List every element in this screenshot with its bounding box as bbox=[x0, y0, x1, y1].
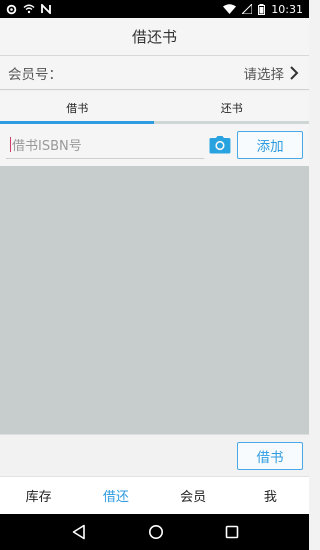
member-select-text[interactable]: 请选择 bbox=[244, 63, 285, 83]
system-nav-bar bbox=[0, 514, 309, 550]
text-caret bbox=[10, 137, 11, 152]
camera-icon[interactable] bbox=[208, 133, 232, 157]
member-label: 会员号： bbox=[8, 66, 62, 83]
n-notification-icon bbox=[41, 4, 51, 14]
nav-me[interactable]: 我 bbox=[232, 477, 309, 514]
nav-borrow-return[interactable]: 借还 bbox=[77, 477, 154, 514]
status-bar: 10:31 bbox=[0, 0, 309, 18]
page-title: 借还书 bbox=[131, 28, 177, 46]
home-icon[interactable] bbox=[148, 524, 164, 540]
borrow-return-tabs: 借书 还书 bbox=[0, 92, 309, 124]
tab-borrow[interactable]: 借书 bbox=[0, 92, 155, 124]
wifi-icon bbox=[223, 4, 237, 14]
status-time: 10:31 bbox=[271, 2, 303, 16]
settings-icon bbox=[6, 4, 17, 15]
borrow-button[interactable]: 借书 bbox=[237, 442, 303, 470]
wifi-icon bbox=[23, 4, 35, 14]
nav-inventory[interactable]: 库存 bbox=[0, 477, 77, 514]
isbn-placeholder: 借书ISBN号 bbox=[12, 139, 82, 154]
tab-return[interactable]: 还书 bbox=[155, 92, 310, 123]
chevron-right-icon bbox=[290, 65, 299, 80]
battery-icon bbox=[258, 3, 266, 15]
tab-borrow-label: 借书 bbox=[66, 101, 89, 115]
isbn-input[interactable]: 借书ISBN号 bbox=[6, 131, 205, 159]
signal-icon bbox=[242, 4, 253, 14]
nav-members[interactable]: 会员 bbox=[155, 477, 232, 514]
back-icon[interactable] bbox=[71, 524, 87, 540]
bottom-nav: 库存 借还 会员 我 bbox=[0, 476, 309, 514]
add-button[interactable]: 添加 bbox=[237, 131, 304, 159]
member-select-row[interactable]: 会员号： 请选择 bbox=[0, 56, 309, 90]
isbn-input-row: 借书ISBN号 添加 bbox=[0, 124, 309, 166]
action-row: 借书 bbox=[0, 434, 309, 476]
tab-return-label: 还书 bbox=[220, 101, 243, 115]
borrow-list bbox=[0, 166, 309, 434]
title-bar: 借还书 bbox=[0, 18, 309, 56]
recents-icon[interactable] bbox=[225, 525, 239, 539]
